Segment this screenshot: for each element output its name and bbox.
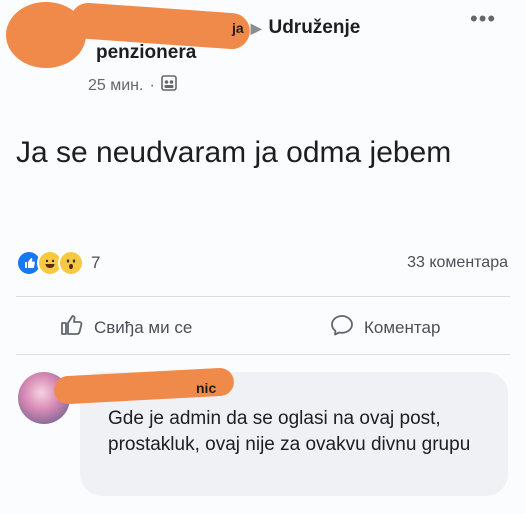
divider — [16, 354, 510, 355]
meta-separator: · — [149, 76, 155, 94]
commenter-name-fragment[interactable]: nic — [196, 380, 216, 396]
speech-bubble-icon — [330, 313, 354, 342]
thumbs-up-icon — [60, 313, 84, 342]
group-name[interactable]: Udruženje — [268, 17, 360, 39]
group-name-continued[interactable]: penzionera — [96, 42, 196, 64]
more-options-icon[interactable]: ••• — [470, 6, 496, 32]
post-header: ja ▶ Udruženje — [96, 14, 360, 42]
reaction-count: 7 — [91, 253, 101, 272]
comment-button[interactable]: Коментар — [330, 313, 440, 342]
group-members-icon — [160, 75, 177, 96]
post-text: Ja se neudvaram ja odma jebem — [16, 136, 452, 169]
comment-text: Gde je admin da se oglasi na ovaj post, … — [108, 408, 471, 455]
like-label: Свиђа ми се — [94, 317, 193, 337]
comment-count[interactable]: 33 коментара — [407, 254, 508, 272]
comment-label: Коментар — [364, 317, 441, 337]
divider — [16, 296, 510, 297]
post-timestamp[interactable]: 25 мин. — [88, 77, 143, 95]
author-name-fragment[interactable]: ja — [232, 20, 244, 36]
like-button[interactable]: Свиђа ми се — [60, 313, 192, 342]
post-meta: 25 мин. · — [88, 75, 177, 96]
arrow-right-icon: ▶ — [250, 19, 262, 36]
wow-reaction-icon — [58, 250, 84, 276]
reactions-summary[interactable]: 7 — [16, 250, 100, 276]
